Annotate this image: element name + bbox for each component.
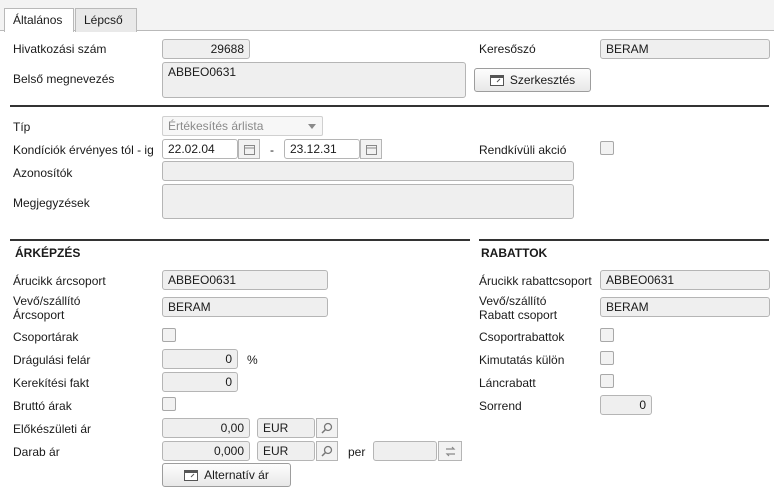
tab-steps-label: Lépcső <box>84 13 123 27</box>
valid-from-field[interactable]: 22.02.04 <box>162 139 238 159</box>
window-icon <box>489 74 504 86</box>
gross-prices-label: Bruttó árak <box>13 399 72 413</box>
order-field[interactable]: 0 <box>600 395 652 415</box>
date-range-dash: - <box>270 143 274 157</box>
search-icon <box>321 422 333 434</box>
notes-field[interactable] <box>162 184 574 219</box>
unit-currency-lookup-button[interactable] <box>316 441 338 461</box>
group-prices-label: Csoportárak <box>13 330 79 344</box>
search-keyword-field[interactable]: BERAM <box>600 39 770 59</box>
valid-to-field[interactable]: 23.12.31 <box>284 139 360 159</box>
identifiers-field[interactable] <box>162 161 574 181</box>
per-unit-button[interactable] <box>438 441 462 461</box>
unit-price-field[interactable]: 0,000 <box>162 441 250 461</box>
tab-general[interactable]: Általános <box>4 8 74 32</box>
tab-steps[interactable]: Lépcső <box>75 8 137 32</box>
search-keyword-label: Keresőszó <box>479 42 536 56</box>
customer-discount-group-label-1: Vevő/szállító <box>479 294 547 308</box>
customer-discount-group-field[interactable]: BERAM <box>600 297 770 317</box>
customer-price-group-label-2: Árcsoport <box>13 308 65 322</box>
item-price-group-field[interactable]: ABBEO0631 <box>162 270 328 290</box>
chevron-down-icon <box>308 124 316 129</box>
group-prices-checkbox[interactable] <box>162 328 176 342</box>
type-select[interactable]: Értékesítés árlista <box>162 116 323 136</box>
prep-currency-field[interactable]: EUR <box>257 418 315 438</box>
markup-label: Drágulási felár <box>13 353 91 367</box>
calendar-icon <box>365 144 377 155</box>
edit-button[interactable]: Szerkesztés <box>474 68 591 92</box>
percent-sign: % <box>247 353 258 367</box>
special-action-checkbox[interactable] <box>600 141 614 155</box>
type-label: Típ <box>13 120 31 134</box>
reference-number-field[interactable]: 29688 <box>162 39 250 59</box>
special-action-label: Rendkívüli akció <box>479 143 567 157</box>
markup-field[interactable]: 0 <box>162 349 238 369</box>
internal-name-label: Belső megnevezés <box>13 72 115 86</box>
chain-discount-label: Láncrabatt <box>479 376 536 390</box>
tab-general-label: Általános <box>13 13 63 27</box>
pricing-title: ÁRKÉPZÉS <box>15 246 81 260</box>
chain-discount-checkbox[interactable] <box>600 374 614 388</box>
valid-from-calendar-button[interactable] <box>238 139 260 159</box>
per-label: per <box>348 445 366 459</box>
unit-price-label: Darab ár <box>13 445 60 459</box>
discounts-divider <box>479 239 769 241</box>
item-price-group-label: Árucikk árcsoport <box>13 274 106 288</box>
valid-to-calendar-button[interactable] <box>360 139 382 159</box>
customer-discount-group-label-2: Rabatt csoport <box>479 308 558 322</box>
separate-statement-label: Kimutatás külön <box>479 353 565 367</box>
gross-prices-checkbox[interactable] <box>162 397 176 411</box>
calendar-icon <box>243 144 255 155</box>
prep-price-field[interactable]: 0,00 <box>162 418 250 438</box>
rounding-label: Kerekítési fakt <box>13 376 90 390</box>
transfer-icon <box>445 446 455 456</box>
prep-price-label: Előkészületi ár <box>13 422 92 436</box>
window-icon <box>184 469 199 481</box>
group-discounts-label: Csoportrabattok <box>479 330 565 344</box>
notes-label: Megjegyzések <box>13 196 90 210</box>
search-icon <box>321 445 333 457</box>
rounding-field[interactable]: 0 <box>162 372 238 392</box>
internal-name-field[interactable]: ABBEO0631 <box>162 62 466 98</box>
group-discounts-checkbox[interactable] <box>600 328 614 342</box>
separate-statement-checkbox[interactable] <box>600 351 614 365</box>
edit-button-label: Szerkesztés <box>509 73 576 87</box>
customer-price-group-field[interactable]: BERAM <box>162 297 328 317</box>
alternative-price-button[interactable]: Alternatív ár <box>162 463 291 487</box>
customer-price-group-label-1: Vevő/szállító <box>13 294 81 308</box>
identifiers-label: Azonosítók <box>13 166 73 180</box>
reference-number-label: Hivatkozási szám <box>13 42 107 56</box>
item-discount-group-label: Árucikk rabattcsoport <box>479 274 592 288</box>
prep-currency-lookup-button[interactable] <box>316 418 338 438</box>
unit-currency-field[interactable]: EUR <box>257 441 315 461</box>
per-field[interactable] <box>373 441 437 461</box>
discounts-title: RABATTOK <box>481 246 548 260</box>
pricing-divider <box>10 239 470 241</box>
validity-label: Kondíciók érvényes tól - ig <box>13 143 154 157</box>
type-select-value: Értékesítés árlista <box>168 119 264 133</box>
order-label: Sorrend <box>479 399 522 413</box>
alternative-price-button-label: Alternatív ár <box>204 468 269 482</box>
divider <box>10 105 769 107</box>
item-discount-group-field[interactable]: ABBEO0631 <box>600 270 770 290</box>
